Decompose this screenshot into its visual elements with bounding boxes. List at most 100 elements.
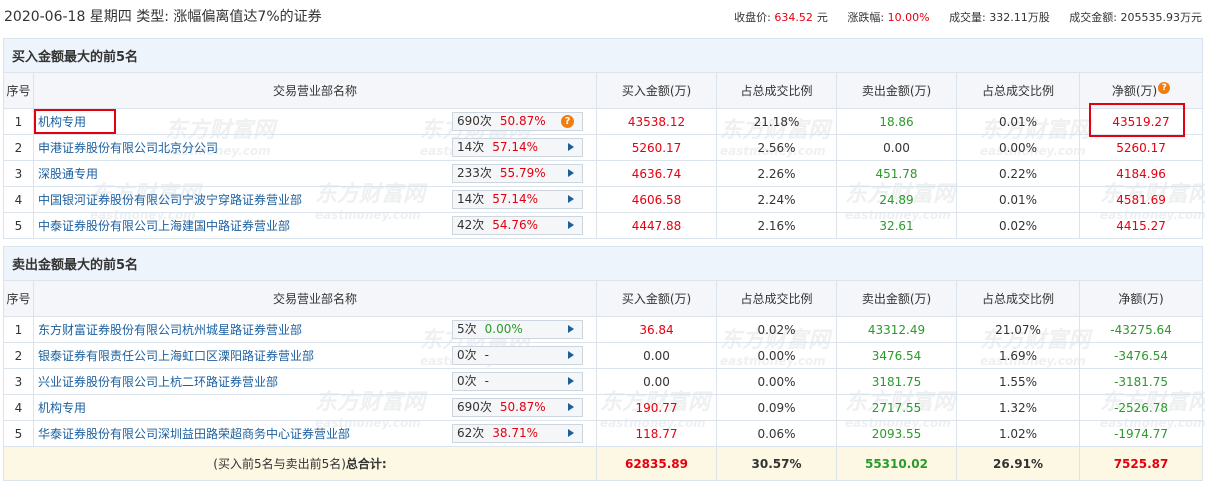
net-amount: -3181.75 — [1078, 368, 1204, 395]
dept-name-link[interactable]: 银泰证券有限责任公司上海虹口区溧阳路证券营业部 — [38, 349, 314, 363]
arrow-right-icon[interactable] — [568, 429, 574, 437]
volume-label: 成交量: — [949, 11, 986, 24]
history-stats-button[interactable]: 233次 55.79% — [452, 164, 583, 183]
dept-name-link[interactable]: 深股通专用 — [38, 167, 98, 181]
dept-name-link[interactable]: 兴业证券股份有限公司上杭二环路证券营业部 — [38, 375, 278, 389]
close-price-label: 收盘价: — [734, 11, 771, 24]
arrow-right-icon[interactable] — [568, 195, 574, 203]
dept-name-link[interactable]: 申港证券股份有限公司北京分公司 — [38, 141, 218, 155]
turnover-value: 205535.93万元 — [1120, 11, 1203, 24]
arrow-right-icon[interactable] — [568, 169, 574, 177]
highlight-box-net — [1089, 103, 1185, 137]
dept-name-link[interactable]: 东方财富证券股份有限公司杭州城星路证券营业部 — [38, 323, 302, 337]
appearance-count: 0次 — [457, 348, 477, 362]
col-sell: 卖出金额(万) — [836, 280, 957, 317]
history-stats-button[interactable]: 14次 57.14% — [452, 138, 583, 157]
buy-amount: 4636.74 — [596, 160, 717, 187]
buy-section-title: 买入金额最大的前5名 — [2, 38, 1204, 73]
appearance-count: 42次 — [457, 218, 485, 232]
table-row: 5 中泰证券股份有限公司上海建国中路证券营业部 42次 54.76% 4447.88 2.… — [3, 212, 1204, 239]
col-buy: 买入金额(万) — [596, 72, 717, 109]
success-rate: - — [484, 374, 489, 388]
table-row: 3 深股通专用 233次 55.79% 4636.74 2.26% 451.78 0.22% 4… — [3, 160, 1204, 187]
col-dept: 交易营业部名称 — [33, 72, 597, 109]
sell-amount: 3476.54 — [836, 342, 957, 369]
appearance-count: 14次 — [457, 192, 485, 206]
turnover-label: 成交金额: — [1069, 11, 1117, 24]
arrow-right-icon[interactable] — [568, 143, 574, 151]
history-stats-button[interactable]: 42次 54.76% — [452, 216, 583, 235]
appearance-count: 233次 — [457, 166, 492, 180]
price-stats: 收盘价: 634.52 元 涨跌幅: 10.00% 成交量: 332.11万股 成… — [734, 9, 1202, 25]
dept-name-link[interactable]: 中泰证券股份有限公司上海建国中路证券营业部 — [38, 219, 290, 233]
dept-cell: 中泰证券股份有限公司上海建国中路证券营业部 42次 54.76% — [33, 212, 597, 239]
net-amount: 4184.96 — [1078, 160, 1204, 187]
arrow-right-icon[interactable] — [568, 221, 574, 229]
col-buy: 买入金额(万) — [596, 280, 717, 317]
net-amount: -43275.64 — [1078, 316, 1204, 343]
close-price-unit: 元 — [816, 11, 828, 24]
net-amount: 5260.17 — [1078, 134, 1204, 161]
history-stats-button[interactable]: 62次 38.71% — [452, 424, 583, 443]
sell-ratio: 1.69% — [956, 342, 1080, 369]
col-sell-ratio: 占总成交比例 — [956, 280, 1080, 317]
buy-amount: 5260.17 — [596, 134, 717, 161]
sell-section-title: 卖出金额最大的前5名 — [2, 246, 1204, 281]
col-net: 净额(万) — [1078, 280, 1204, 317]
page-title: 2020-06-18 星期四 类型: 涨幅偏离值达7%的证券 — [4, 9, 322, 25]
history-stats-button[interactable]: 0次 - — [452, 346, 583, 365]
question-icon[interactable]: ? — [1158, 82, 1171, 94]
history-stats-button[interactable]: 690次 50.87% — [452, 398, 583, 417]
table-row: 5 华泰证券股份有限公司深圳益田路荣超商务中心证券营业部 62次 38.71% 118.… — [3, 420, 1204, 447]
col-buy-ratio: 占总成交比例 — [716, 280, 837, 317]
dept-name-link[interactable]: 华泰证券股份有限公司深圳益田路荣超商务中心证券营业部 — [38, 427, 350, 441]
dept-cell: 机构专用 690次 50.87%? — [33, 108, 597, 135]
sell-ratio: 0.01% — [956, 108, 1080, 135]
dept-name-link[interactable]: 中国银河证券股份有限公司宁波宁穿路证券营业部 — [38, 193, 302, 207]
volume-value: 332.11万股 — [989, 11, 1050, 24]
appearance-count: 14次 — [457, 140, 485, 154]
total-row: (买入前5名与卖出前5名)总合计: 62835.89 30.57% 55310.… — [3, 446, 1204, 481]
row-index: 5 — [3, 420, 34, 447]
table-row: 4 机构专用 690次 50.87% 190.77 0.09% 2717.55 1.32% -2… — [3, 394, 1204, 421]
buy-ratio: 21.18% — [716, 108, 837, 135]
arrow-right-icon[interactable] — [568, 403, 574, 411]
dept-cell: 申港证券股份有限公司北京分公司 14次 57.14% — [33, 134, 597, 161]
total-sell: 55310.02 — [836, 446, 957, 481]
sell-amount: 32.61 — [836, 212, 957, 239]
sell-amount: 2717.55 — [836, 394, 957, 421]
sell-ratio: 1.32% — [956, 394, 1080, 421]
appearance-count: 0次 — [457, 374, 477, 388]
arrow-right-icon[interactable] — [568, 351, 574, 359]
table-row: 2 银泰证券有限责任公司上海虹口区溧阳路证券营业部 0次 - 0.00 0.00% 3476… — [3, 342, 1204, 369]
buy-amount: 4606.58 — [596, 186, 717, 213]
total-label: (买入前5名与卖出前5名)总合计: — [3, 446, 597, 481]
buy-ratio: 0.06% — [716, 420, 837, 447]
col-index: 序号 — [3, 72, 34, 109]
buy-ratio: 0.02% — [716, 316, 837, 343]
header-bar: 2020-06-18 星期四 类型: 涨幅偏离值达7%的证券 收盘价: 634.… — [0, 0, 1205, 34]
sell-amount: 451.78 — [836, 160, 957, 187]
buy-amount: 118.77 — [596, 420, 717, 447]
history-stats-button[interactable]: 14次 57.14% — [452, 190, 583, 209]
buy-ratio: 2.56% — [716, 134, 837, 161]
success-rate: 57.14% — [492, 192, 539, 206]
buy-ratio: 2.16% — [716, 212, 837, 239]
buy-amount: 43538.12 — [596, 108, 717, 135]
history-stats-button[interactable]: 690次 50.87%? — [452, 112, 583, 131]
history-stats-button[interactable]: 0次 - — [452, 372, 583, 391]
row-index: 4 — [3, 186, 34, 213]
question-icon[interactable]: ? — [561, 115, 574, 128]
sell-amount: 0.00 — [836, 134, 957, 161]
arrow-right-icon[interactable] — [568, 325, 574, 333]
change-value: 10.00% — [887, 11, 930, 24]
dept-name-link[interactable]: 机构专用 — [38, 401, 86, 415]
history-stats-button[interactable]: 5次 0.00% — [452, 320, 583, 339]
total-buy: 62835.89 — [596, 446, 717, 481]
dept-cell: 华泰证券股份有限公司深圳益田路荣超商务中心证券营业部 62次 38.71% — [33, 420, 597, 447]
buy-top5-table: 买入金额最大的前5名 序号 交易营业部名称 买入金额(万) 占总成交比例 卖出金… — [2, 38, 1204, 239]
buy-amount: 190.77 — [596, 394, 717, 421]
sell-amount: 24.89 — [836, 186, 957, 213]
sell-amount: 3181.75 — [836, 368, 957, 395]
arrow-right-icon[interactable] — [568, 377, 574, 385]
